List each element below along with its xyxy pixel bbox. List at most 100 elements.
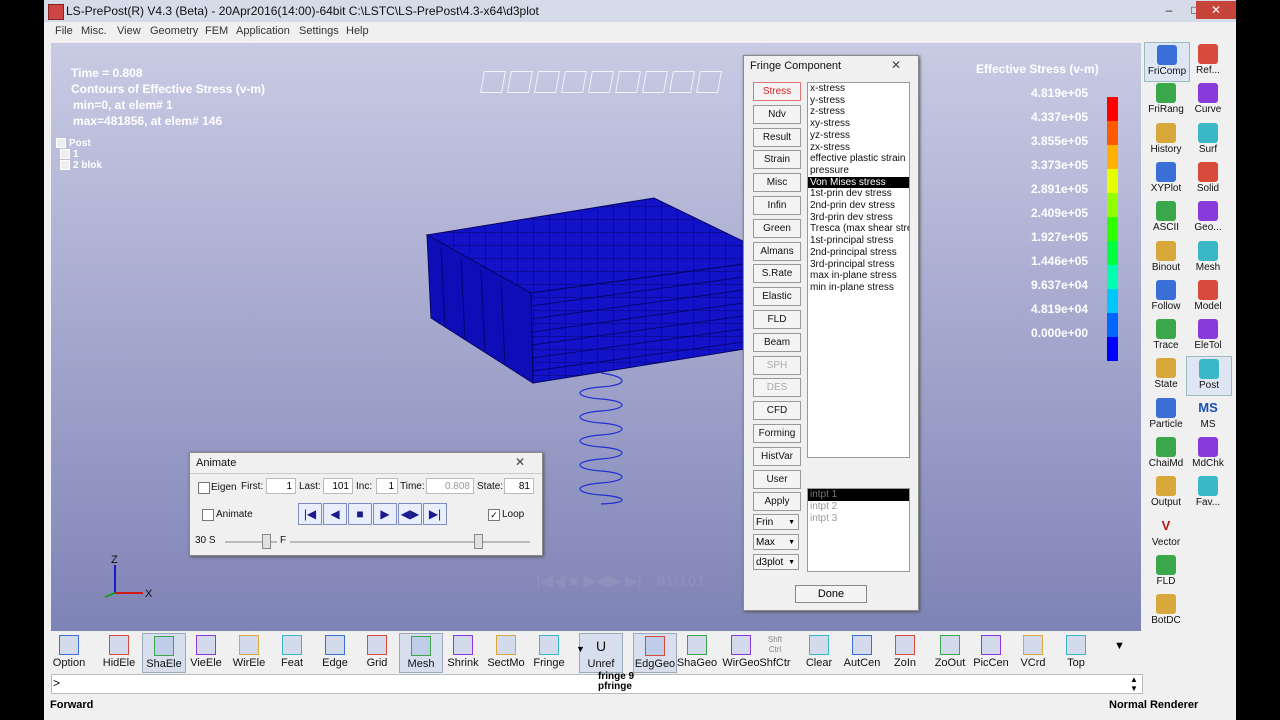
fringe-strain-button[interactable]: Strain (753, 150, 801, 170)
graphics-viewport[interactable]: Time = 0.808 Contours of Effective Stres… (51, 43, 1141, 631)
last-field[interactable]: 101 (323, 478, 353, 494)
toolbar-overflow-icon[interactable]: ▼ (1114, 640, 1125, 652)
piccen-button[interactable]: PicCen (970, 633, 1012, 671)
xyplot-tool-button[interactable]: XYPlot (1144, 160, 1188, 198)
inc-field[interactable]: 1 (376, 478, 398, 494)
menu-help[interactable]: Help (346, 25, 369, 37)
list-item[interactable]: pressure (808, 165, 909, 177)
fringe-green-button[interactable]: Green (753, 218, 801, 238)
feat-button[interactable]: Feat (271, 633, 313, 671)
zoin-button[interactable]: ZoIn (884, 633, 926, 671)
checkbox[interactable] (60, 160, 70, 171)
list-item[interactable]: max in-plane stress (808, 270, 909, 282)
frirang-tool-button[interactable]: FriRang (1144, 81, 1188, 119)
ms-tool-button[interactable]: MS MS (1186, 396, 1230, 434)
sectmo-button[interactable]: SectMo (485, 633, 527, 671)
list-item[interactable]: min in-plane stress (808, 282, 909, 294)
list-item[interactable]: Von Mises stress (808, 176, 909, 189)
ascii-tool-button[interactable]: ASCII (1144, 199, 1188, 237)
shfctr-button[interactable]: Shft Ctrl ShfCtr (754, 633, 796, 671)
menu-view[interactable]: View (117, 25, 141, 37)
fringe-histvar-button[interactable]: HistVar (753, 446, 801, 466)
shaele-button[interactable]: ShaEle (142, 633, 186, 673)
view-cube-icon[interactable] (615, 71, 641, 93)
list-item[interactable]: 2nd-principal stress (808, 247, 909, 259)
history-tool-button[interactable]: History (1144, 121, 1188, 159)
wirele-button[interactable]: WirEle (228, 633, 270, 671)
edggeo-button[interactable]: EdgGeo (633, 633, 677, 673)
view-cube-icon[interactable] (696, 71, 722, 93)
fringe-source-select[interactable]: d3plot ▼ (753, 554, 799, 570)
menu-geometry[interactable]: Geometry (150, 25, 198, 37)
fringe-stress-button[interactable]: Stress (753, 82, 801, 101)
menu-file[interactable]: File (55, 25, 73, 37)
fringe-ndv-button[interactable]: Ndv (753, 104, 801, 124)
state-field[interactable]: 81 (504, 478, 534, 494)
chaimd-tool-button[interactable]: ChaiMd (1144, 435, 1188, 473)
last-frame-button[interactable]: ▶| (423, 503, 447, 525)
output-tool-button[interactable]: Output (1144, 474, 1188, 512)
mdchk-tool-button[interactable]: MdChk (1186, 435, 1230, 473)
fringe-button[interactable]: Fringe (528, 633, 570, 671)
list-item[interactable]: intpt 1 (808, 489, 909, 501)
fringe-user-button[interactable]: User (753, 469, 801, 489)
edge-button[interactable]: Edge (314, 633, 356, 671)
curve-tool-button[interactable]: Curve (1186, 81, 1230, 119)
top-button[interactable]: Top (1055, 633, 1097, 671)
minimize-button[interactable]: – (1156, 1, 1182, 19)
view-cube-icon[interactable] (534, 71, 560, 93)
fringe-cfd-button[interactable]: CFD (753, 401, 801, 421)
list-item[interactable]: 1st-principal stress (808, 235, 909, 247)
shrink-button[interactable]: Shrink (442, 633, 484, 671)
list-item[interactable]: intpt 3 (808, 513, 909, 525)
list-item[interactable]: z-stress (808, 106, 909, 118)
view-cube-icon[interactable] (642, 71, 668, 93)
fricomp-tool-button[interactable]: FriComp (1144, 42, 1190, 82)
fringe-apply-button[interactable]: Apply (753, 492, 801, 512)
vieele-button[interactable]: VieEle (185, 633, 227, 671)
first-frame-button[interactable]: |◀ (298, 503, 322, 525)
speed-slider-handle[interactable] (262, 534, 271, 549)
fringe-max-select[interactable]: Max ▼ (753, 534, 799, 550)
list-item[interactable]: x-stress (808, 83, 909, 95)
fav-tool-button[interactable]: Fav... (1186, 474, 1230, 512)
eigen-checkbox[interactable] (198, 482, 210, 494)
option-button[interactable]: Option (48, 633, 90, 671)
list-item[interactable]: zx-stress (808, 142, 909, 154)
fringe-component-list[interactable]: x-stress y-stress z-stress xy-stress yz-stre… (807, 82, 910, 458)
botdc-tool-button[interactable]: BotDC (1144, 592, 1188, 630)
clear-button[interactable]: Clear (798, 633, 840, 671)
geo-tool-button[interactable]: Geo... (1186, 199, 1230, 237)
done-button[interactable]: Done (795, 585, 867, 603)
fld-tool-button[interactable]: FLD (1144, 553, 1188, 591)
eletol-tool-button[interactable]: EleTol (1186, 317, 1230, 355)
fringe-dropdown-icon[interactable]: ▼ (576, 644, 585, 654)
autcen-button[interactable]: AutCen (841, 633, 883, 671)
grid-button[interactable]: Grid (356, 633, 398, 671)
step-back-button[interactable]: ◀ (323, 503, 347, 525)
list-item[interactable]: Tresca (max shear stress) (808, 223, 909, 235)
view-cube-icon[interactable] (480, 71, 506, 93)
list-item[interactable]: y-stress (808, 95, 909, 107)
step-forward-button[interactable]: ◀▶ (398, 503, 422, 525)
trace-tool-button[interactable]: Trace (1144, 317, 1188, 355)
hidele-button[interactable]: HidEle (98, 633, 140, 671)
list-item[interactable]: 3rd-principal stress (808, 259, 909, 271)
fringe-almans-button[interactable]: Almans (753, 241, 801, 261)
surf-tool-button[interactable]: Surf (1186, 121, 1230, 159)
vcrd-button[interactable]: VCrd (1012, 633, 1054, 671)
command-line[interactable]: > fringe 9 pfringe ▲ ▼ (51, 672, 1143, 694)
unref-button[interactable]: U Unref (579, 633, 623, 673)
list-item[interactable]: intpt 2 (808, 501, 909, 513)
post-tool-button[interactable]: Post (1186, 356, 1232, 397)
state-tool-button[interactable]: State (1144, 356, 1188, 394)
menu-misc[interactable]: Misc. (81, 25, 107, 37)
fringe-misc-button[interactable]: Misc (753, 173, 801, 193)
checkbox[interactable] (56, 138, 66, 149)
list-item[interactable]: 1st-prin dev stress (808, 188, 909, 200)
fringe-elastic-button[interactable]: Elastic (753, 287, 801, 307)
list-item[interactable]: 2nd-prin dev stress (808, 200, 909, 212)
first-field[interactable]: 1 (266, 478, 296, 494)
model-tool-button[interactable]: Model (1186, 278, 1230, 316)
stop-button[interactable]: ■ (348, 503, 372, 525)
